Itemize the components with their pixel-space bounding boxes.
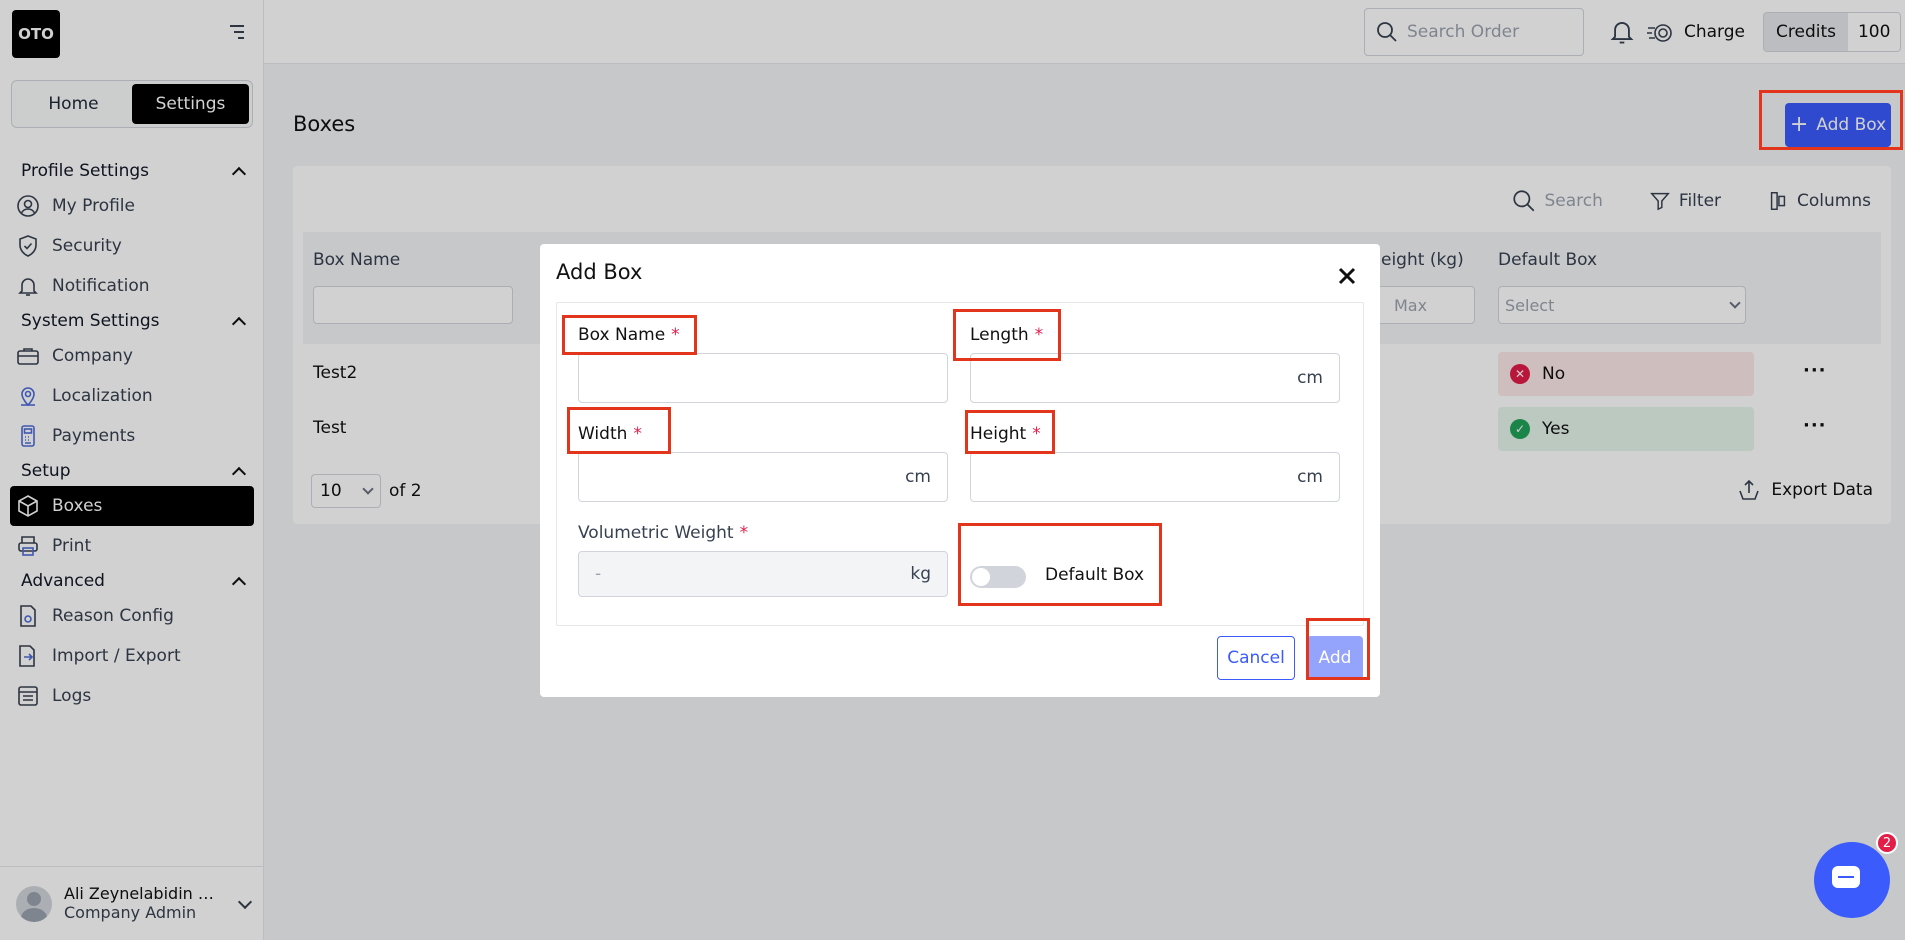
unit-cm: cm [905, 467, 931, 487]
highlight-add-box [1759, 90, 1903, 150]
unit-cm: cm [1297, 368, 1323, 388]
highlight-default-box [958, 523, 1162, 606]
highlight-width [567, 407, 671, 454]
width-input[interactable]: cm [578, 452, 948, 502]
highlight-box-name [562, 315, 697, 355]
modal-title: Add Box [556, 260, 643, 284]
volumetric-value: - [595, 564, 602, 584]
volumetric-weight-input: - kg [578, 551, 948, 597]
volumetric-weight-label: Volumetric Weight * [578, 523, 749, 543]
chat-bubble-icon [1832, 866, 1860, 888]
unit-cm: cm [1297, 467, 1323, 487]
unit-kg: kg [910, 564, 931, 584]
chat-unread-badge: 2 [1876, 832, 1898, 854]
highlight-length [953, 309, 1061, 361]
highlight-height [965, 410, 1055, 454]
cancel-button[interactable]: Cancel [1217, 636, 1295, 680]
chat-widget-button[interactable] [1814, 842, 1890, 918]
box-name-input[interactable] [578, 353, 948, 403]
highlight-add-button [1306, 618, 1370, 680]
close-icon[interactable] [1335, 264, 1359, 288]
height-input[interactable]: cm [970, 452, 1340, 502]
